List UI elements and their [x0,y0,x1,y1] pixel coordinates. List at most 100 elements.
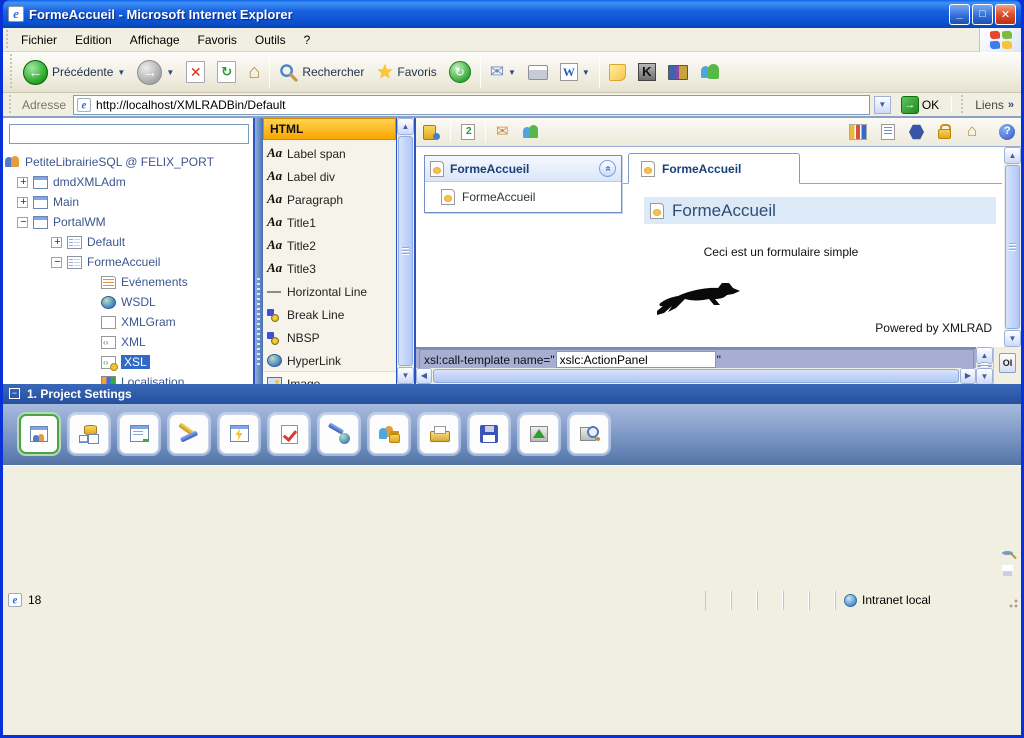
tree-item-dmdxmladm[interactable]: dmdXMLAdm [5,172,251,192]
scrollbar-thumb[interactable] [1005,165,1020,329]
tree-item-formeaccueil[interactable]: FormeAccueil [5,252,251,272]
menu-aide[interactable]: ? [295,30,320,50]
mail-dropdown-icon[interactable]: ▼ [508,68,516,77]
tree-item-xsl[interactable]: XSL [5,352,251,372]
minimize-button[interactable]: _ [949,4,970,25]
component-title3[interactable]: Title3 [263,257,396,280]
tree-item-xmlgram[interactable]: XMLGram [5,312,251,332]
expand-icon[interactable] [17,197,28,208]
component-hyperlink[interactable]: HyperLink [263,349,396,372]
component-title1[interactable]: Title1 [263,211,396,234]
component-image[interactable]: Image [263,372,396,384]
menu-grip[interactable] [5,30,10,49]
validate-button[interactable] [269,414,309,454]
tree-item-localisation[interactable]: Localisation [5,372,251,384]
help-icon[interactable] [999,124,1015,140]
history-button[interactable]: ↻ [444,58,476,86]
component-horizontal-line[interactable]: Horizontal Line [263,280,396,303]
deploy-button[interactable] [519,414,559,454]
print-button[interactable] [523,62,553,83]
word-dropdown-icon[interactable]: ▼ [582,68,590,77]
scroll-down-icon[interactable]: ▼ [397,367,414,384]
messenger-icon[interactable] [522,124,540,140]
forms-button[interactable] [119,414,159,454]
action-panel-item[interactable]: FormeAccueil [425,182,621,212]
action-panel-header[interactable]: FormeAccueil « [425,156,621,182]
component-label-div[interactable]: Label div [263,165,396,188]
tree-root[interactable]: PetiteLibrairieSQL @ FELIX_PORT [5,152,251,172]
tab-oi[interactable]: OI [999,353,1016,373]
back-dropdown-icon[interactable]: ▼ [117,68,125,77]
home-button[interactable]: ⌂ [243,59,265,85]
scrollbar-thumb[interactable] [433,369,959,383]
toolbar-grip[interactable] [9,54,14,90]
collapse-icon[interactable] [17,217,28,228]
tree-search-input[interactable] [9,124,249,144]
statistics-icon[interactable] [849,124,867,140]
tree-item-main[interactable]: Main [5,192,251,212]
expand-icon[interactable] [51,237,62,248]
scroll-down-icon[interactable]: ▼ [1004,330,1021,347]
k-tool-button[interactable] [633,60,661,84]
notes-button[interactable] [604,61,631,84]
preview-button[interactable] [569,414,609,454]
links-button[interactable]: Liens » [971,98,1018,112]
forward-dropdown-icon[interactable]: ▼ [166,68,174,77]
scroll-up-icon[interactable]: ▲ [397,118,414,135]
menu-edition[interactable]: Edition [66,30,121,50]
mail-button[interactable]: ✉ ▼ [485,59,521,85]
datastore-button[interactable] [69,414,109,454]
menu-favoris[interactable]: Favoris [189,30,246,50]
edit-word-button[interactable]: ▼ [555,60,595,84]
xsl-horizontal-scrollbar[interactable]: ◀ ▶ [416,368,976,384]
component-break-line[interactable]: Break Line [263,303,396,326]
print-button[interactable] [419,414,459,454]
security-button[interactable] [369,414,409,454]
maximize-button[interactable]: □ [972,4,993,25]
lock-icon[interactable] [938,124,953,140]
menu-outils[interactable]: Outils [246,30,295,50]
save-button[interactable] [469,414,509,454]
go-button[interactable]: → OK [895,94,945,116]
design-button[interactable] [169,414,209,454]
scripts-button[interactable] [219,414,259,454]
component-nbsp[interactable]: NBSP [263,326,396,349]
back-button[interactable]: ← Précédente ▼ [18,57,130,88]
messenger-button[interactable] [695,61,725,83]
report-icon[interactable] [881,124,895,140]
tree-item-wsdl[interactable]: WSDL [5,292,251,312]
component-title2[interactable]: Title2 [263,234,396,257]
tree-splitter[interactable] [255,118,263,384]
scroll-left-icon[interactable]: ◀ [416,368,432,384]
tree-item-default[interactable]: Default [5,232,251,252]
research-button[interactable] [663,62,693,83]
menu-affichage[interactable]: Affichage [121,30,189,50]
scroll-right-icon[interactable]: ▶ [960,368,976,384]
palette-scrollbar[interactable]: ▲ ▼ [397,118,414,384]
stop-button[interactable]: ✕ [181,58,210,86]
collapse-icon[interactable]: − [9,388,20,399]
scroll-up-icon[interactable]: ▲ [1004,147,1021,164]
scroll-down-icon[interactable]: ▼ [976,368,993,385]
search-button[interactable]: Rechercher [274,60,369,85]
component-label-span[interactable]: Label span [263,142,396,165]
xsl-scrollbar[interactable]: ▲ ▼ [976,347,993,384]
collapse-icon[interactable] [51,257,62,268]
project-settings-bar[interactable]: − 1. Project Settings [3,384,1021,404]
refresh-button[interactable]: ↻ [212,58,241,86]
scrollbar-thumb[interactable] [977,365,992,367]
component-tool-icon[interactable] [422,124,440,140]
refresh-page-icon[interactable] [461,124,475,140]
forward-button[interactable]: → ▼ [132,57,179,88]
menu-fichier[interactable]: Fichier [12,30,66,50]
links-grip[interactable] [960,95,965,114]
resize-grip[interactable] [1005,591,1019,610]
address-grip[interactable] [8,95,13,114]
mail-icon[interactable] [496,124,514,140]
preview-scrollbar[interactable]: ▲ ▼ [1004,147,1021,347]
home-icon[interactable] [967,124,985,140]
tab-formeaccueil[interactable]: FormeAccueil [628,153,800,184]
address-input[interactable] [96,97,867,113]
favorites-button[interactable]: ★ Favoris [371,58,441,87]
tree-item-evenements[interactable]: Evénements [5,272,251,292]
